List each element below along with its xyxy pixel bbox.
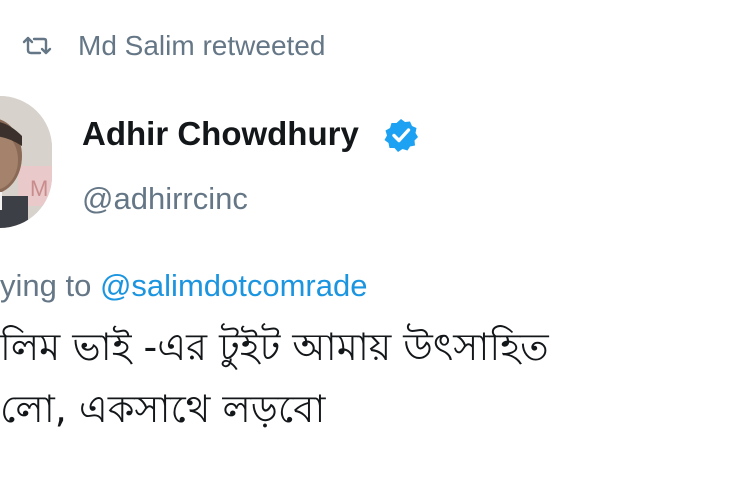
retweet-icon xyxy=(22,35,52,57)
svg-text:M: M xyxy=(30,176,48,201)
verified-badge-icon xyxy=(383,117,419,153)
avatar[interactable]: M xyxy=(0,96,52,228)
mention-link[interactable]: @salimdotcomrade xyxy=(100,268,368,303)
author-name[interactable]: Adhir Chowdhury xyxy=(82,110,359,158)
tweet-line-1: লিম ভাই -এর টুইট আমায় উৎসাহিত xyxy=(0,325,549,369)
tweet-text: লিম ভাই -এর টুইট আমায় উৎসাহিত লো, একসাথ… xyxy=(0,316,741,440)
tweet-card[interactable]: Md Salim retweeted M Adhir Chowdhury @ad… xyxy=(0,0,741,486)
retweet-label: Md Salim retweeted xyxy=(78,30,326,61)
replying-to-prefix: ying to xyxy=(0,268,100,303)
author-handle[interactable]: @adhirrcinc xyxy=(82,175,248,223)
replying-to: ying to @salimdotcomrade xyxy=(0,262,367,310)
retweet-context[interactable]: Md Salim retweeted xyxy=(22,26,325,66)
tweet-line-2: লো, একসাথে লড়বো xyxy=(0,387,326,431)
